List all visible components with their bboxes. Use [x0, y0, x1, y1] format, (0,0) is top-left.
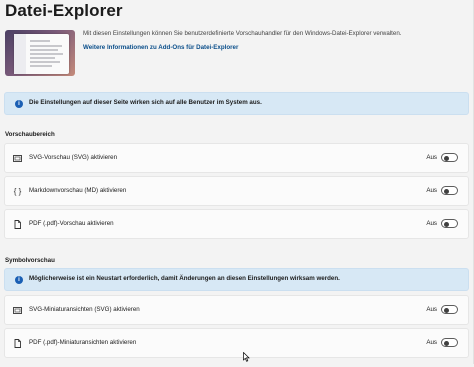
learn-more-link[interactable]: Weitere Informationen zu Add-Ons für Dat… [83, 44, 238, 51]
setting-label: SVG-Miniaturansichten (SVG) aktivieren [29, 306, 140, 313]
setting-label: Markdownvorschau (MD) aktivieren [29, 187, 127, 194]
info-text: Die Einstellungen auf dieser Seite wirke… [29, 99, 262, 106]
hero-window-illustration [14, 34, 69, 74]
setting-label: PDF (.pdf)-Vorschau aktivieren [29, 220, 114, 227]
toggle-pdf-preview[interactable] [441, 219, 458, 228]
hero-image [5, 30, 75, 76]
pdf-file-icon [13, 220, 22, 229]
toggle-state-label: Aus [426, 220, 437, 227]
section-title-preview: Vorschaubereich [5, 131, 55, 138]
hero-section: Mit diesen Einstellungen können Sie benu… [5, 27, 471, 81]
code-braces-icon: { } [13, 187, 22, 196]
info-icon: i [15, 100, 23, 108]
setting-card-svg-thumbnails: SVG-Miniaturansichten (SVG) aktivieren A… [4, 295, 469, 325]
setting-card-svg-preview: SVG-Vorschau (SVG) aktivieren Aus [4, 143, 469, 173]
restart-info-bar: i Möglicherweise ist ein Neustart erford… [4, 268, 469, 291]
page-title: Datei-Explorer [5, 1, 123, 20]
pdf-file-icon [13, 339, 22, 348]
hero-description: Mit diesen Einstellungen können Sie benu… [83, 30, 402, 37]
setting-card-pdf-preview: PDF (.pdf)-Vorschau aktivieren Aus [4, 209, 469, 239]
toggle-svg-thumbnails[interactable] [441, 305, 458, 314]
setting-label: PDF (.pdf)-Miniaturansichten aktivieren [29, 339, 137, 346]
toggle-markdown-preview[interactable] [441, 186, 458, 195]
info-bar: i Die Einstellungen auf dieser Seite wir… [4, 92, 469, 115]
setting-card-pdf-thumbnails: PDF (.pdf)-Miniaturansichten aktivieren … [4, 328, 469, 358]
toggle-svg-preview[interactable] [441, 153, 458, 162]
toggle-state-label: Aus [426, 154, 437, 161]
svg-file-icon [13, 306, 22, 315]
setting-label: SVG-Vorschau (SVG) aktivieren [29, 154, 118, 161]
section-title-thumbnails: Symbolvorschau [5, 257, 55, 264]
toggle-pdf-thumbnails[interactable] [441, 338, 458, 347]
svg-file-icon [13, 154, 22, 163]
setting-card-markdown-preview: { } Markdownvorschau (MD) aktivieren Aus [4, 176, 469, 206]
toggle-state-label: Aus [426, 187, 437, 194]
info-icon: i [15, 276, 23, 284]
restart-info-text: Möglicherweise ist ein Neustart erforder… [29, 275, 340, 282]
toggle-state-label: Aus [426, 339, 437, 346]
toggle-state-label: Aus [426, 306, 437, 313]
mouse-cursor-icon [243, 349, 250, 362]
